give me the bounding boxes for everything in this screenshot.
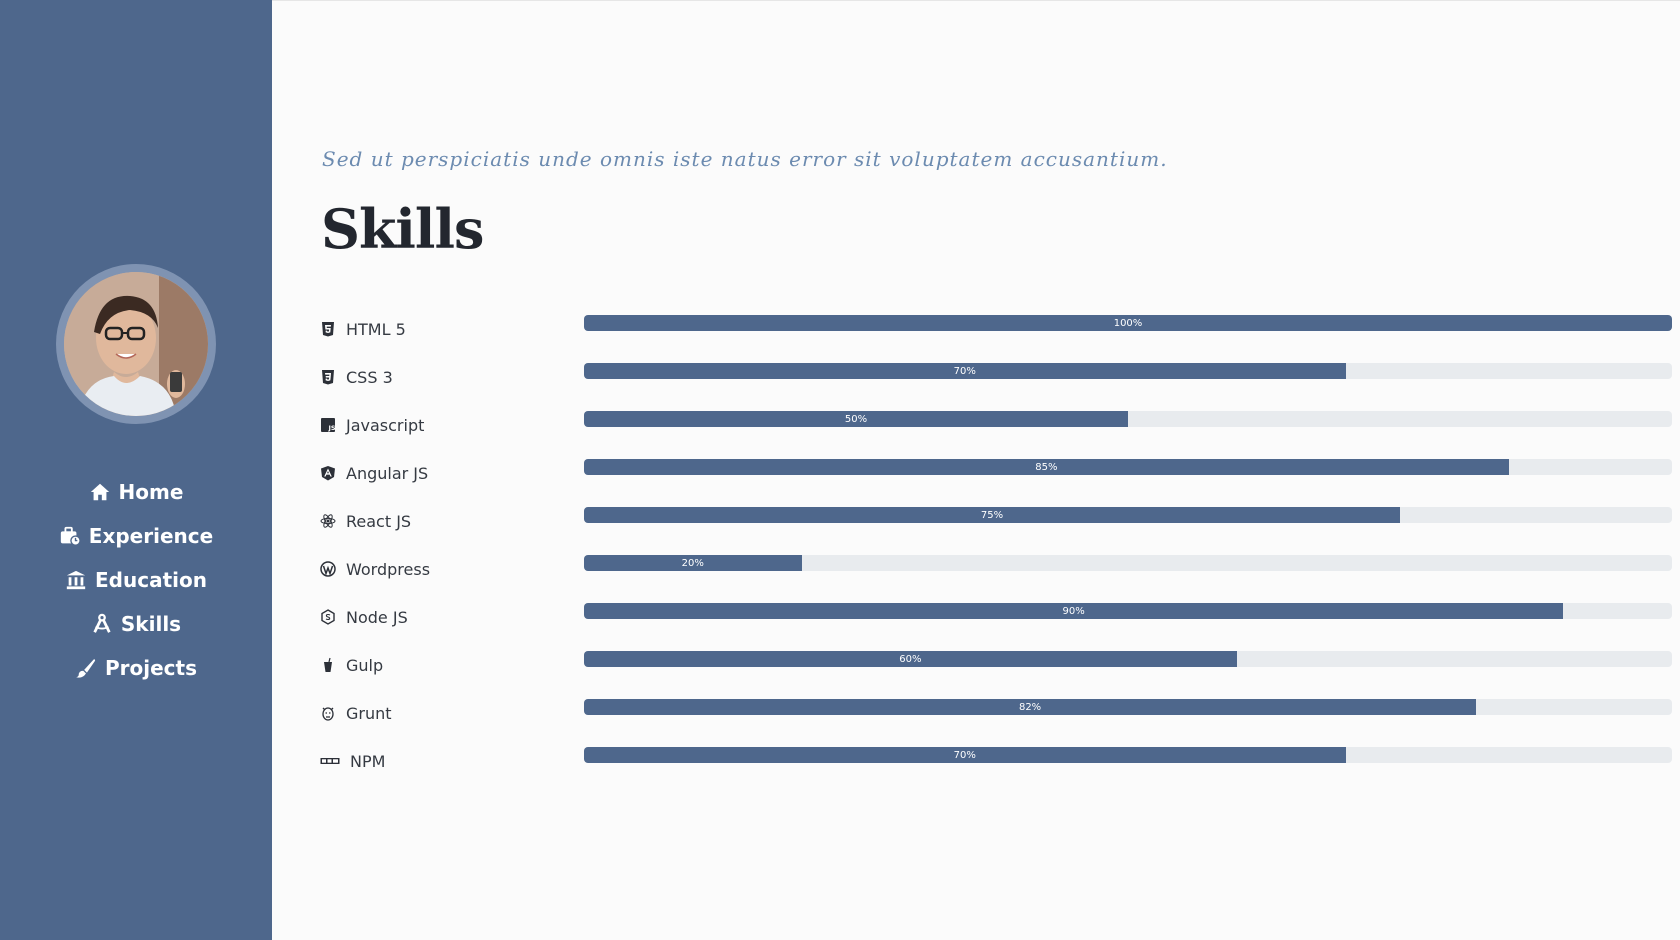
nav-item-education[interactable]: Education (0, 558, 272, 602)
gulp-icon (320, 657, 336, 673)
nav-item-experience[interactable]: Experience (0, 514, 272, 558)
js-icon: JS (320, 417, 336, 433)
grunt-icon (320, 705, 336, 721)
drafting-compass-icon (91, 613, 113, 635)
nav-item-label: Experience (88, 524, 214, 548)
sidebar: Home Experience Education Skills Project… (0, 0, 272, 940)
skill-name: CSS 3 (346, 367, 393, 387)
html5-icon (320, 321, 336, 337)
skill-percent-label: 60% (899, 653, 922, 665)
page-title: Skills (321, 197, 484, 261)
react-icon (320, 513, 336, 529)
skill-label: HTML 5 (320, 317, 406, 341)
skill-row: NPM 70% (320, 745, 1672, 793)
skill-name: Angular JS (346, 463, 429, 483)
skill-label: NPM (320, 749, 385, 773)
skill-row: Angular JS 85% (320, 457, 1672, 505)
nav-item-label: Home (118, 480, 184, 504)
skill-label: Grunt (320, 701, 392, 725)
avatar-image (64, 272, 208, 416)
avatar-ring (56, 264, 216, 424)
nav-item-label: Skills (120, 612, 182, 636)
skills-list: HTML 5 100% CSS 3 70% JS Javascript 50% … (320, 313, 1672, 793)
css3-icon (320, 369, 336, 385)
skill-label: React JS (320, 509, 411, 533)
nav-item-projects[interactable]: Projects (0, 646, 272, 690)
skill-percent-label: 20% (681, 557, 704, 569)
paint-brush-icon (75, 657, 97, 679)
page-subtitle: Sed ut perspiciatis unde omnis iste natu… (322, 147, 1168, 171)
skill-bar-fill: 85% (584, 459, 1509, 475)
skill-bar-track: 50% (584, 411, 1672, 427)
nav-item-skills[interactable]: Skills (0, 602, 272, 646)
skill-label: Angular JS (320, 461, 428, 485)
home-icon (89, 481, 111, 503)
skill-percent-label: 82% (1018, 701, 1042, 713)
skill-name: Grunt (346, 703, 392, 723)
skill-percent-label: 85% (1035, 461, 1058, 473)
skill-percent-label: 90% (1062, 605, 1085, 617)
skill-bar-track: 60% (584, 651, 1672, 667)
briefcase-icon (59, 525, 81, 547)
skill-row: CSS 3 70% (320, 361, 1672, 409)
skill-row: HTML 5 100% (320, 313, 1672, 361)
wordpress-icon (320, 561, 336, 577)
skill-bar-track: 70% (584, 363, 1672, 379)
skill-bar-track: 82% (584, 699, 1672, 715)
university-icon (65, 569, 87, 591)
avatar[interactable] (64, 272, 208, 416)
skill-name: React JS (346, 511, 412, 531)
skill-bar-track: 85% (584, 459, 1672, 475)
skill-bar-fill: 75% (584, 507, 1400, 523)
skill-name: NPM (350, 751, 386, 771)
nav-item-home[interactable]: Home (0, 470, 272, 514)
skill-row: React JS 75% (320, 505, 1672, 553)
skill-label: Node JS (320, 605, 408, 629)
skill-percent-label: 70% (953, 749, 976, 761)
skill-bar-fill: 70% (584, 363, 1346, 379)
skill-percent-label: 75% (980, 509, 1004, 521)
skill-name: Node JS (346, 607, 408, 627)
skill-bar-fill: 60% (584, 651, 1237, 667)
skill-bar-fill: 100% (584, 315, 1672, 331)
skill-bar-track: 90% (584, 603, 1672, 619)
skill-percent-label: 70% (953, 365, 976, 377)
skill-bar-track: 75% (584, 507, 1672, 523)
skill-label: JS Javascript (320, 413, 424, 437)
skill-bar-track: 100% (584, 315, 1672, 331)
skill-row: Wordpress 20% (320, 553, 1672, 601)
skill-name: Javascript (346, 415, 425, 435)
main-content: Sed ut perspiciatis unde omnis iste natu… (272, 0, 1680, 940)
skill-bar-fill: 50% (584, 411, 1128, 427)
skill-bar-fill: 20% (584, 555, 802, 571)
skill-label: Wordpress (320, 557, 430, 581)
skill-row: Gulp 60% (320, 649, 1672, 697)
skill-percent-label: 100% (1113, 317, 1143, 329)
nav-item-label: Projects (104, 656, 197, 680)
svg-text:JS: JS (328, 424, 336, 432)
skill-label: CSS 3 (320, 365, 393, 389)
nav-item-label: Education (95, 568, 207, 592)
skill-bar-fill: 82% (584, 699, 1477, 715)
skill-name: Wordpress (346, 559, 431, 579)
skill-name: Gulp (346, 655, 384, 675)
skill-label: Gulp (320, 653, 383, 677)
skill-row: Grunt 82% (320, 697, 1672, 745)
skill-bar-track: 20% (584, 555, 1672, 571)
skill-bar-fill: 70% (584, 747, 1346, 763)
angular-icon (320, 465, 336, 481)
npm-icon (320, 753, 340, 769)
skill-percent-label: 50% (844, 413, 868, 425)
skill-row: Node JS 90% (320, 601, 1672, 649)
skill-bar-fill: 90% (584, 603, 1564, 619)
skill-row: JS Javascript 50% (320, 409, 1672, 457)
main-nav: Home Experience Education Skills Project… (0, 470, 272, 690)
node-icon (320, 609, 336, 625)
skill-bar-track: 70% (584, 747, 1672, 763)
skill-name: HTML 5 (346, 319, 406, 339)
